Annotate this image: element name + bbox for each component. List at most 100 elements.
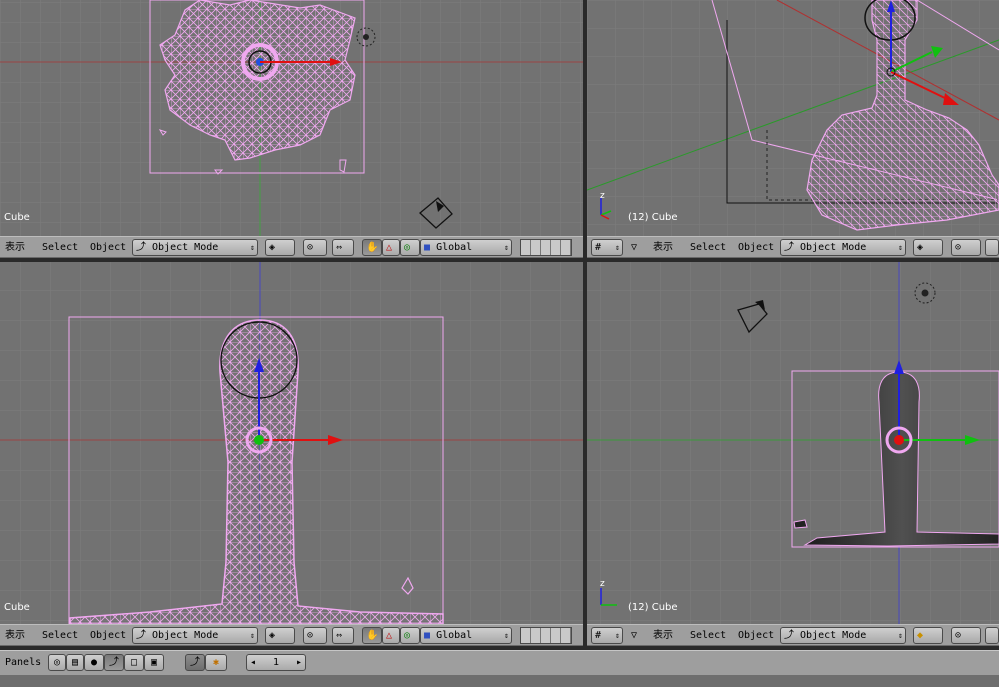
editor-type-select[interactable]: # ⇕ <box>591 239 623 256</box>
viewport-top-right[interactable]: z (12) Cube <box>587 0 999 236</box>
scene-icon: ▣ <box>150 657 158 668</box>
layer-buttons[interactable] <box>520 239 572 256</box>
object-subcontext-button[interactable]: ⤴ <box>185 654 205 671</box>
circle-icon: ◎ <box>404 630 411 641</box>
collapse-menu-icon[interactable]: ▽ <box>631 240 637 256</box>
mode-select[interactable]: ⤴ Object Mode ⇕ <box>132 627 258 644</box>
shading-context-button[interactable]: ● <box>84 654 104 671</box>
triangle-icon: △ <box>386 630 393 641</box>
chevron-updown-icon: ⇕ <box>898 243 903 252</box>
decrement-arrow-icon: ◂ <box>250 657 257 668</box>
select-menu[interactable]: Select <box>690 628 726 644</box>
select-menu[interactable]: Select <box>690 240 726 256</box>
script-icon: ▤ <box>71 657 79 668</box>
object-icon: ⤴ <box>109 657 119 668</box>
mode-select[interactable]: ⤴ Object Mode ⇕ <box>132 239 258 256</box>
pivot-icon: ⊙ <box>955 242 962 253</box>
draw-type-icon: ◈ <box>917 242 924 253</box>
editor-type-select[interactable]: # ⇕ <box>591 627 623 644</box>
snap-icon: ⇔ <box>336 242 343 253</box>
mode-select[interactable]: ⤴ Object Mode ⇕ <box>780 239 906 256</box>
view-menu[interactable]: 表示 <box>5 628 25 644</box>
layer-buttons[interactable] <box>520 627 572 644</box>
rotate-mode-button[interactable]: △ <box>382 239 400 256</box>
script-context-button[interactable]: ▤ <box>66 654 84 671</box>
pivot-select[interactable]: ⊙ <box>951 627 981 644</box>
object-menu[interactable]: Object <box>738 240 774 256</box>
scale-mode-button[interactable]: ◎ <box>400 627 420 644</box>
view-menu[interactable]: 表示 <box>5 240 25 256</box>
axis-z-label: z <box>600 191 605 201</box>
frame-number-field[interactable]: ◂ 1 ▸ <box>246 654 306 671</box>
hand-icon: ✋ <box>366 242 379 253</box>
orientation-select[interactable]: ■ Global ⇕ <box>420 239 512 256</box>
viewport-bottom-right-canvas <box>587 262 999 624</box>
scale-mode-button[interactable]: ◎ <box>400 239 420 256</box>
grab-mode-button[interactable]: ✋ <box>362 627 382 644</box>
draw-type-icon: ◈ <box>269 630 276 641</box>
view-menu[interactable]: 表示 <box>653 240 673 256</box>
logic-context-button[interactable]: ◎ <box>48 654 66 671</box>
pivot-select[interactable]: ⊙ <box>303 239 327 256</box>
viewport-object-label: Cube <box>4 212 30 223</box>
pivot-icon: ⊙ <box>307 630 314 641</box>
draw-type-select[interactable]: ◈ <box>265 239 295 256</box>
orientation-select[interactable]: ■ Global ⇕ <box>420 627 512 644</box>
pivot-icon: ⊙ <box>307 242 314 253</box>
chevron-updown-icon: ⇕ <box>615 631 620 640</box>
object-menu[interactable]: Object <box>90 240 126 256</box>
viewport-bottom-left-canvas <box>0 262 583 624</box>
pivot-icon: ⊙ <box>955 630 962 641</box>
grid-icon: # <box>595 630 602 641</box>
object-mode-icon: ⤴ <box>136 242 146 253</box>
scene-context-button[interactable]: ▣ <box>144 654 164 671</box>
object-menu[interactable]: Object <box>738 628 774 644</box>
viewport-top-left[interactable]: Cube <box>0 0 583 236</box>
snap-toggle[interactable] <box>985 239 999 256</box>
mode-select[interactable]: ⤴ Object Mode ⇕ <box>780 627 906 644</box>
viewport-top-left-canvas <box>0 0 583 236</box>
chevron-updown-icon: ⇕ <box>250 631 255 640</box>
snap-toggle[interactable]: ⇔ <box>332 239 354 256</box>
grid-icon: # <box>595 242 602 253</box>
viewport-bottom-left[interactable]: Cube <box>0 262 583 624</box>
cube-icon: ■ <box>424 630 431 641</box>
pivot-select[interactable]: ⊙ <box>951 239 981 256</box>
particles-icon: ✱ <box>212 657 220 668</box>
draw-type-select[interactable]: ◈ <box>913 239 943 256</box>
cube-icon: ■ <box>424 242 431 253</box>
physics-subcontext-button[interactable]: ✱ <box>205 654 227 671</box>
panels-area-edge <box>0 675 999 687</box>
object-mode-icon: ⤴ <box>784 242 794 253</box>
collapse-menu-icon[interactable]: ▽ <box>631 628 637 644</box>
select-menu[interactable]: Select <box>42 628 78 644</box>
draw-type-select[interactable]: ◆ <box>913 627 943 644</box>
select-menu[interactable]: Select <box>42 240 78 256</box>
rotate-mode-button[interactable]: △ <box>382 627 400 644</box>
draw-type-select[interactable]: ◈ <box>265 627 295 644</box>
snap-toggle[interactable]: ⇔ <box>332 627 354 644</box>
viewport-top-right-canvas <box>587 0 999 236</box>
object-mode-icon: ⤴ <box>784 630 794 641</box>
viewport-header-top-left: 表示 Select Object ⤴ Object Mode ⇕ ◈ ⊙ ⇔ ✋… <box>0 236 583 258</box>
chevron-updown-icon: ⇕ <box>250 243 255 252</box>
viewport-object-label: (12) Cube <box>628 602 678 613</box>
chevron-updown-icon: ⇕ <box>504 631 509 640</box>
buttons-window-header: Panels ◎ ▤ ● ⤴ □ ▣ ⤴ ✱ ◂ 1 ▸ <box>0 650 999 676</box>
pivot-select[interactable]: ⊙ <box>303 627 327 644</box>
object-context-button[interactable]: ⤴ <box>104 654 124 671</box>
grab-mode-button[interactable]: ✋ <box>362 239 382 256</box>
solid-shading-icon: ◆ <box>917 630 924 641</box>
view-menu[interactable]: 表示 <box>653 628 673 644</box>
viewport-header-bottom-right: # ⇕ ▽ 表示 Select Object ⤴ Object Mode ⇕ ◆ … <box>587 624 999 646</box>
circle-icon: ◎ <box>404 242 411 253</box>
panels-label: Panels <box>5 657 42 668</box>
object-icon: ⤴ <box>190 657 200 668</box>
triangle-icon: △ <box>386 242 393 253</box>
chevron-updown-icon: ⇕ <box>615 243 620 252</box>
hand-icon: ✋ <box>366 630 379 641</box>
editing-context-button[interactable]: □ <box>124 654 144 671</box>
viewport-bottom-right[interactable]: z (12) Cube <box>587 262 999 624</box>
snap-toggle[interactable] <box>985 627 999 644</box>
object-menu[interactable]: Object <box>90 628 126 644</box>
